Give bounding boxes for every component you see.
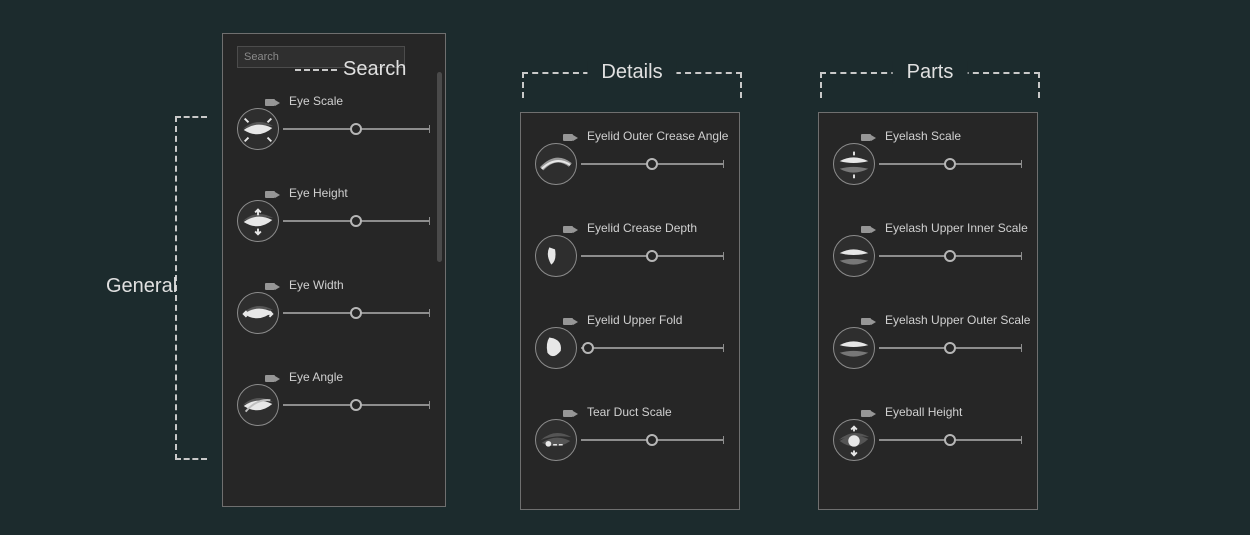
slider-label: Eyelash Upper Inner Scale	[885, 221, 1028, 235]
slider-row: Tear Duct Scale	[535, 403, 725, 469]
callout-search-label: Search	[343, 58, 406, 80]
slider-knob[interactable]	[646, 434, 658, 446]
eye-width-icon[interactable]	[237, 292, 279, 334]
slider-label: Eyelid Outer Crease Angle	[587, 129, 728, 143]
slider-label: Eye Angle	[289, 370, 343, 384]
eyelash-upper-outer-scale-icon[interactable]	[833, 327, 875, 369]
slider-knob[interactable]	[350, 123, 362, 135]
panel-general: Eye Scale Eye Height Eye Width Eye Angle	[222, 33, 446, 507]
camera-icon[interactable]	[563, 408, 579, 418]
eyelid-upper-fold-icon[interactable]	[535, 327, 577, 369]
slider-label: Tear Duct Scale	[587, 405, 672, 419]
camera-icon[interactable]	[563, 316, 579, 326]
slider-label: Eye Height	[289, 186, 348, 200]
slider-knob[interactable]	[350, 215, 362, 227]
camera-icon[interactable]	[861, 132, 877, 142]
slider-row: Eye Scale	[237, 92, 431, 158]
panel-parts: Eyelash ScaleEyelash Upper Inner ScaleEy…	[818, 112, 1038, 510]
slider-knob[interactable]	[944, 250, 956, 262]
camera-icon[interactable]	[265, 97, 281, 107]
slider-track[interactable]	[581, 255, 723, 257]
callout-parts-label: Parts	[893, 61, 968, 84]
slider-track[interactable]	[283, 128, 429, 130]
camera-icon[interactable]	[563, 224, 579, 234]
slider-knob[interactable]	[582, 342, 594, 354]
slider-row: Eyelash Upper Inner Scale	[833, 219, 1023, 285]
camera-icon[interactable]	[861, 316, 877, 326]
callout-parts-bracket: Parts	[820, 72, 1040, 98]
eyelid-outer-crease-angle-icon[interactable]	[535, 143, 577, 185]
camera-icon[interactable]	[861, 408, 877, 418]
callout-details-label: Details	[587, 61, 676, 84]
slider-row: Eyelash Scale	[833, 127, 1023, 193]
camera-icon[interactable]	[265, 281, 281, 291]
slider-row: Eyelash Upper Outer Scale	[833, 311, 1023, 377]
slider-track[interactable]	[879, 439, 1021, 441]
slider-track[interactable]	[283, 312, 429, 314]
eye-height-icon[interactable]	[237, 200, 279, 242]
slider-row: Eye Height	[237, 184, 431, 250]
slider-label: Eye Scale	[289, 94, 343, 108]
slider-row: Eye Width	[237, 276, 431, 342]
eye-angle-icon[interactable]	[237, 384, 279, 426]
scrollbar[interactable]	[437, 72, 442, 262]
slider-label: Eyeball Height	[885, 405, 962, 419]
eyelash-scale-icon[interactable]	[833, 143, 875, 185]
slider-knob[interactable]	[944, 434, 956, 446]
slider-row: Eyelid Upper Fold	[535, 311, 725, 377]
callout-details-bracket: Details	[522, 72, 742, 98]
slider-track[interactable]	[879, 347, 1021, 349]
slider-knob[interactable]	[350, 399, 362, 411]
tear-duct-scale-icon[interactable]	[535, 419, 577, 461]
slider-track[interactable]	[879, 163, 1021, 165]
slider-knob[interactable]	[944, 342, 956, 354]
slider-knob[interactable]	[350, 307, 362, 319]
eyeball-height-icon[interactable]	[833, 419, 875, 461]
slider-knob[interactable]	[646, 158, 658, 170]
camera-icon[interactable]	[861, 224, 877, 234]
panel-details: Eyelid Outer Crease Angle Eyelid Crease D…	[520, 112, 740, 510]
slider-label: Eyelash Scale	[885, 129, 961, 143]
slider-label: Eyelash Upper Outer Scale	[885, 313, 1030, 327]
eyelash-upper-inner-scale-icon[interactable]	[833, 235, 875, 277]
slider-row: Eyelid Outer Crease Angle	[535, 127, 725, 193]
slider-label: Eye Width	[289, 278, 344, 292]
eye-scale-icon[interactable]	[237, 108, 279, 150]
slider-row: Eyeball Height	[833, 403, 1023, 469]
slider-track[interactable]	[581, 163, 723, 165]
callout-general-bracket	[175, 116, 207, 460]
slider-row: Eye Angle	[237, 368, 431, 434]
callout-search: Search	[295, 58, 406, 81]
slider-track[interactable]	[581, 347, 723, 349]
slider-knob[interactable]	[944, 158, 956, 170]
callout-general-label: General	[106, 275, 177, 298]
slider-track[interactable]	[283, 404, 429, 406]
slider-track[interactable]	[283, 220, 429, 222]
camera-icon[interactable]	[265, 373, 281, 383]
slider-knob[interactable]	[646, 250, 658, 262]
slider-label: Eyelid Upper Fold	[587, 313, 682, 327]
slider-row: Eyelid Crease Depth	[535, 219, 725, 285]
eyelid-crease-depth-icon[interactable]	[535, 235, 577, 277]
camera-icon[interactable]	[265, 189, 281, 199]
camera-icon[interactable]	[563, 132, 579, 142]
slider-label: Eyelid Crease Depth	[587, 221, 697, 235]
slider-track[interactable]	[581, 439, 723, 441]
slider-track[interactable]	[879, 255, 1021, 257]
